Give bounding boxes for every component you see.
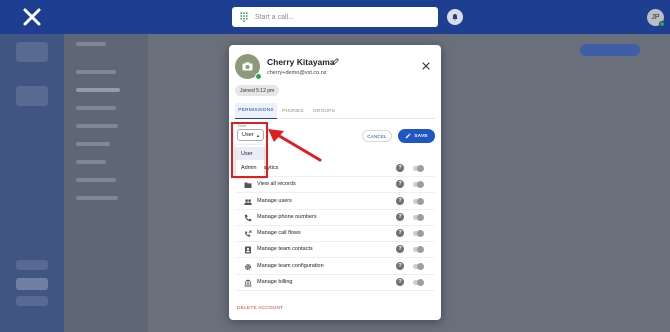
annotation-arrow-icon bbox=[268, 129, 322, 162]
user-name: Cherry Kitayama bbox=[267, 57, 335, 67]
sidebar-line[interactable] bbox=[76, 196, 118, 200]
search-placeholder: Start a call... bbox=[255, 13, 294, 21]
permission-row: Manage team contacts ? bbox=[235, 242, 435, 258]
help-icon[interactable]: ? bbox=[396, 197, 404, 205]
permission-toggle[interactable] bbox=[413, 214, 424, 221]
cancel-button[interactable]: CANCEL bbox=[362, 130, 392, 142]
help-icon[interactable]: ? bbox=[396, 245, 404, 253]
camera-icon bbox=[242, 62, 253, 71]
permission-toggle[interactable] bbox=[413, 246, 424, 253]
edit-pencil-icon[interactable] bbox=[331, 57, 340, 66]
sidebar-line[interactable] bbox=[76, 142, 110, 146]
gear-icon bbox=[244, 263, 252, 271]
nav-item-lower-1[interactable] bbox=[16, 260, 48, 270]
sidebar-line[interactable] bbox=[76, 88, 120, 92]
permission-row: Manage call flows ? bbox=[235, 226, 435, 242]
user-details-dialog: Cherry Kitayama cherry+demo@vxt.co.nz Jo… bbox=[229, 45, 441, 320]
tab-permissions[interactable]: PERMISSIONS bbox=[235, 103, 277, 119]
permission-label: Manage phone numbers bbox=[257, 214, 317, 220]
permission-toggle[interactable] bbox=[413, 279, 424, 286]
help-icon[interactable]: ? bbox=[396, 229, 404, 237]
permission-label: Manage call flows bbox=[257, 230, 301, 236]
save-label: SAVE bbox=[414, 133, 428, 139]
permission-row: Manage billing ? bbox=[235, 275, 435, 291]
bank-icon bbox=[244, 279, 252, 287]
help-icon[interactable]: ? bbox=[396, 213, 404, 221]
help-icon[interactable]: ? bbox=[396, 278, 404, 286]
save-button[interactable]: SAVE bbox=[398, 129, 435, 143]
permission-label: View all records bbox=[257, 181, 296, 187]
permission-toggle[interactable] bbox=[413, 165, 424, 172]
permission-label: Manage team configuration bbox=[257, 263, 324, 269]
permission-toggle[interactable] bbox=[413, 230, 424, 237]
users-icon bbox=[244, 199, 252, 205]
help-icon[interactable]: ? bbox=[396, 262, 404, 270]
permission-toggle[interactable] bbox=[413, 263, 424, 270]
permission-row: View all records ? bbox=[235, 177, 435, 193]
admin-sidebar bbox=[64, 34, 148, 332]
delete-account-button[interactable]: DELETE ACCOUNT bbox=[237, 306, 283, 311]
call-flow-icon bbox=[245, 230, 252, 237]
bell-icon bbox=[452, 14, 458, 21]
help-icon[interactable]: ? bbox=[396, 164, 404, 172]
call-search-input[interactable]: Start a call... bbox=[232, 7, 438, 27]
nav-item-lower-2[interactable] bbox=[16, 278, 48, 290]
permission-toggle[interactable] bbox=[413, 181, 424, 188]
phone-icon bbox=[244, 214, 252, 222]
close-icon[interactable] bbox=[422, 62, 430, 70]
joined-chip: Joined 5:12 pm bbox=[235, 85, 280, 96]
app-logo-icon[interactable] bbox=[22, 7, 42, 27]
permission-label: Manage team contacts bbox=[257, 246, 313, 252]
notifications-button[interactable] bbox=[447, 9, 463, 25]
permission-row: Manage users ? bbox=[235, 194, 435, 210]
online-status-dot bbox=[659, 21, 665, 27]
sidebar-line[interactable] bbox=[76, 70, 116, 74]
nav-item-people[interactable] bbox=[16, 86, 48, 106]
sidebar-line[interactable] bbox=[76, 160, 106, 164]
contacts-icon bbox=[245, 246, 251, 254]
permission-row: Manage team configuration ? bbox=[235, 259, 435, 275]
permission-toggle[interactable] bbox=[413, 198, 424, 205]
left-nav bbox=[0, 34, 64, 332]
sidebar-line[interactable] bbox=[76, 178, 116, 182]
permission-label: Manage billing bbox=[257, 279, 293, 285]
sidebar-line bbox=[76, 42, 106, 46]
sidebar-line[interactable] bbox=[76, 124, 118, 128]
online-status-dot bbox=[255, 73, 262, 80]
tab-phones[interactable]: PHONES bbox=[278, 103, 308, 119]
primary-action-dimmed bbox=[580, 44, 640, 56]
help-icon[interactable]: ? bbox=[396, 180, 404, 188]
tab-groups[interactable]: GROUPS bbox=[309, 103, 339, 119]
permission-label: Manage users bbox=[257, 198, 292, 204]
dialog-tabs: PERMISSIONS PHONES GROUPS bbox=[235, 103, 435, 119]
nav-item-lower-3[interactable] bbox=[16, 296, 48, 306]
permission-row: Manage phone numbers ? bbox=[235, 210, 435, 226]
sidebar-line[interactable] bbox=[76, 106, 116, 110]
folder-icon bbox=[244, 182, 252, 188]
user-initials: JP bbox=[651, 14, 660, 21]
pencil-icon bbox=[405, 133, 412, 139]
nav-item-messages[interactable] bbox=[16, 42, 48, 62]
dialpad-icon bbox=[240, 12, 248, 22]
user-email: cherry+demo@vxt.co.nz bbox=[267, 70, 327, 76]
top-bar: Start a call... JP bbox=[0, 0, 670, 34]
user-avatar[interactable]: JP bbox=[647, 9, 665, 27]
